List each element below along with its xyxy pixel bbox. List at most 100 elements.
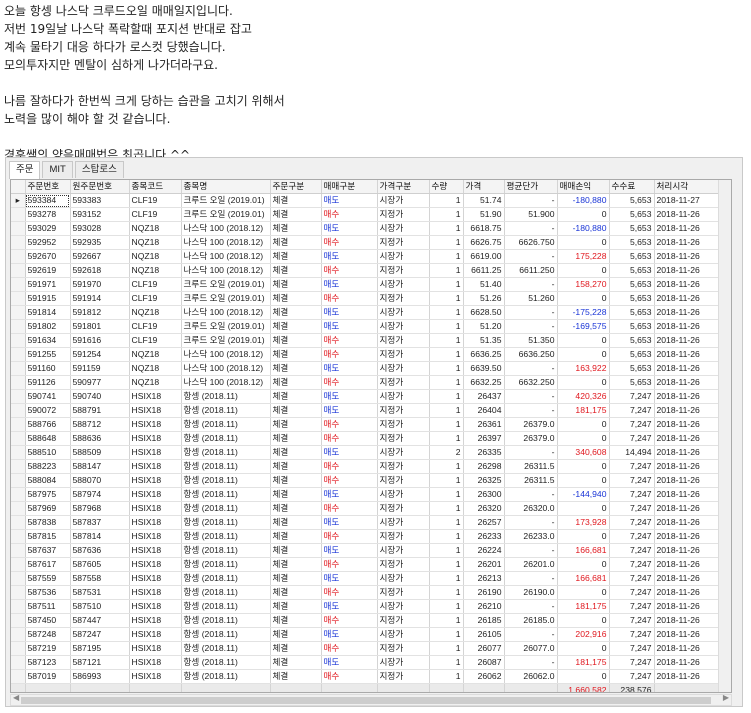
table-row[interactable]: 591814 591812 NQZ18 나스닥 100 (2018.12) 체결 매도 시장… — [11, 305, 723, 321]
tab-stoploss[interactable]: 스탑로스 — [74, 161, 124, 178]
table-cell: 매수 — [321, 669, 378, 685]
table-cell: 지정가 — [377, 473, 430, 489]
column-header[interactable]: 수수료 — [609, 180, 655, 195]
table-row[interactable]: 592670 592667 NQZ18 나스닥 100 (2018.12) 체결 매도 시장… — [11, 249, 723, 265]
table-cell: 시장가 — [377, 655, 430, 671]
table-cell: 6618.75 — [463, 221, 505, 237]
scroll-thumb[interactable] — [21, 697, 711, 704]
table-cell: 7,247 — [609, 585, 655, 601]
table-row[interactable]: 588766 588712 HSIX18 항셍 (2018.11) 체결 매수 지정가 1 26… — [11, 417, 723, 433]
table-row[interactable]: 587019 586993 HSIX18 항셍 (2018.11) 체결 매수 지정가 1 26… — [11, 669, 723, 685]
column-header[interactable]: 평균단가 — [504, 180, 558, 195]
row-indicator — [11, 207, 26, 223]
table-cell: 591160 — [25, 361, 71, 377]
table-cell: 591914 — [70, 291, 130, 307]
column-header[interactable]: 원주문번호 — [70, 180, 130, 195]
table-cell: 체결 — [270, 473, 322, 489]
totals-cell — [463, 683, 505, 692]
table-cell: 591616 — [70, 333, 130, 349]
table-cell: 매수 — [321, 235, 378, 251]
table-row[interactable]: 587838 587837 HSIX18 항셍 (2018.11) 체결 매도 시장가 1 26… — [11, 515, 723, 531]
column-header[interactable]: 주문구분 — [270, 180, 322, 195]
vertical-scrollbar[interactable] — [718, 180, 731, 692]
table-cell: 시장가 — [377, 487, 430, 503]
column-header[interactable]: 종목코드 — [129, 180, 182, 195]
table-cell: 6626.750 — [504, 235, 558, 251]
horizontal-scrollbar[interactable]: ◀ ▶ — [10, 693, 732, 706]
table-cell: 시장가 — [377, 445, 430, 461]
table-cell: 1 — [429, 585, 464, 601]
table-row[interactable]: 587975 587974 HSIX18 항셍 (2018.11) 체결 매도 시장가 1 26… — [11, 487, 723, 503]
table-cell: 크루드 오일 (2019.01) — [181, 193, 271, 209]
table-cell: 587558 — [70, 571, 130, 587]
column-header[interactable]: 처리시각 — [654, 180, 723, 195]
table-row[interactable]: ▸ 593384 593383 CLF19 크루드 오일 (2019.01) 체결 매도 시장… — [11, 193, 723, 209]
table-row[interactable]: 590072 588791 HSIX18 항셍 (2018.11) 체결 매도 지정가 1 26… — [11, 403, 723, 419]
table-row[interactable]: 588648 588636 HSIX18 항셍 (2018.11) 체결 매수 지정가 1 26… — [11, 431, 723, 447]
table-cell: 26311.5 — [504, 473, 558, 489]
table-row[interactable]: 592952 592935 NQZ18 나스닥 100 (2018.12) 체결 매수 지정… — [11, 235, 723, 251]
table-cell: 매도 — [321, 599, 378, 615]
table-cell: 592618 — [70, 263, 130, 279]
column-header[interactable]: 수량 — [429, 180, 464, 195]
table-row[interactable]: 587511 587510 HSIX18 항셍 (2018.11) 체결 매도 시장가 1 26… — [11, 599, 723, 615]
row-indicator — [11, 361, 26, 377]
table-cell: 591254 — [70, 347, 130, 363]
column-header[interactable]: 매매구분 — [321, 180, 378, 195]
table-cell: 지정가 — [377, 431, 430, 447]
table-cell: 26077 — [463, 641, 505, 657]
table-cell: 587123 — [25, 655, 71, 671]
tab-mit[interactable]: MIT — [42, 161, 73, 178]
table-row[interactable]: 590741 590740 HSIX18 항셍 (2018.11) 체결 매도 시장가 1 26… — [11, 389, 723, 405]
table-row[interactable]: 591255 591254 NQZ18 나스닥 100 (2018.12) 체결 매수 지정… — [11, 347, 723, 363]
table-row[interactable]: 592619 592618 NQZ18 나스닥 100 (2018.12) 체결 매수 지정… — [11, 263, 723, 279]
row-indicator — [11, 571, 26, 587]
table-row[interactable]: 587450 587447 HSIX18 항셍 (2018.11) 체결 매수 지정가 1 26… — [11, 613, 723, 629]
table-row[interactable]: 591802 591801 CLF19 크루드 오일 (2019.01) 체결 매도 시장가… — [11, 319, 723, 335]
table-row[interactable]: 587617 587605 HSIX18 항셍 (2018.11) 체결 매수 지정가 1 26… — [11, 557, 723, 573]
table-row[interactable]: 587969 587968 HSIX18 항셍 (2018.11) 체결 매수 지정가 1 26… — [11, 501, 723, 517]
table-cell: 587195 — [70, 641, 130, 657]
table-row[interactable]: 593029 593028 NQZ18 나스닥 100 (2018.12) 체결 매도 시장… — [11, 221, 723, 237]
row-indicator — [11, 277, 26, 293]
table-row[interactable]: 587536 587531 HSIX18 항셍 (2018.11) 체결 매수 지정가 1 26… — [11, 585, 723, 601]
table-cell: 5,653 — [609, 319, 655, 335]
table-row[interactable]: 588084 588070 HSIX18 항셍 (2018.11) 체결 매수 지정가 1 26… — [11, 473, 723, 489]
table-cell: 2018-11-26 — [654, 207, 723, 223]
column-header[interactable]: 가격구분 — [377, 180, 430, 195]
table-cell: 매수 — [321, 501, 378, 517]
table-row[interactable]: 591126 590977 NQZ18 나스닥 100 (2018.12) 체결 매수 지정… — [11, 375, 723, 391]
table-row[interactable]: 591634 591616 CLF19 크루드 오일 (2019.01) 체결 매수 지정가… — [11, 333, 723, 349]
column-header[interactable]: 가격 — [463, 180, 505, 195]
scroll-left-icon[interactable]: ◀ — [13, 693, 19, 702]
table-cell: 7,247 — [609, 543, 655, 559]
table-row[interactable]: 591160 591159 NQZ18 나스닥 100 (2018.12) 체결 매도 시장… — [11, 361, 723, 377]
table-cell: 51.260 — [504, 291, 558, 307]
table-cell: 587968 — [70, 501, 130, 517]
table-row[interactable]: 591971 591970 CLF19 크루드 오일 (2019.01) 체결 매도 시장가… — [11, 277, 723, 293]
column-header[interactable]: 매매손익 — [557, 180, 610, 195]
table-cell: HSIX18 — [129, 613, 182, 629]
table-row[interactable]: 587219 587195 HSIX18 항셍 (2018.11) 체결 매수 지정가 1 26… — [11, 641, 723, 657]
table-row[interactable]: 588223 588147 HSIX18 항셍 (2018.11) 체결 매수 지정가 1 26… — [11, 459, 723, 475]
table-cell: 587605 — [70, 557, 130, 573]
table-row[interactable]: 587815 587814 HSIX18 항셍 (2018.11) 체결 매수 지정가 1 26… — [11, 529, 723, 545]
table-row[interactable]: 588510 588509 HSIX18 항셍 (2018.11) 체결 매도 시장가 2 26… — [11, 445, 723, 461]
row-indicator — [11, 529, 26, 545]
table-row[interactable]: 587559 587558 HSIX18 항셍 (2018.11) 체결 매도 시장가 1 26… — [11, 571, 723, 587]
table-cell: 0 — [557, 459, 610, 475]
column-header[interactable]: 주문번호 — [25, 180, 71, 195]
tab-order[interactable]: 주문 — [9, 161, 41, 179]
table-row[interactable]: 587123 587121 HSIX18 항셍 (2018.11) 체결 매도 시장가 1 26… — [11, 655, 723, 671]
table-cell: HSIX18 — [129, 571, 182, 587]
table-cell: HSIX18 — [129, 529, 182, 545]
column-header[interactable]: 종목명 — [181, 180, 271, 195]
table-row[interactable]: 593278 593152 CLF19 크루드 오일 (2019.01) 체결 매수 지정가… — [11, 207, 723, 223]
table-cell: 항셍 (2018.11) — [181, 459, 271, 475]
table-row[interactable]: 587248 587247 HSIX18 항셍 (2018.11) 체결 매도 시장가 1 26… — [11, 627, 723, 643]
table-row[interactable]: 587637 587636 HSIX18 항셍 (2018.11) 체결 매도 시장가 1 26… — [11, 543, 723, 559]
totals-cell — [504, 683, 558, 692]
table-cell: 매도 — [321, 403, 378, 419]
scroll-right-icon[interactable]: ▶ — [723, 693, 729, 702]
table-row[interactable]: 591915 591914 CLF19 크루드 오일 (2019.01) 체결 매수 지정가… — [11, 291, 723, 307]
